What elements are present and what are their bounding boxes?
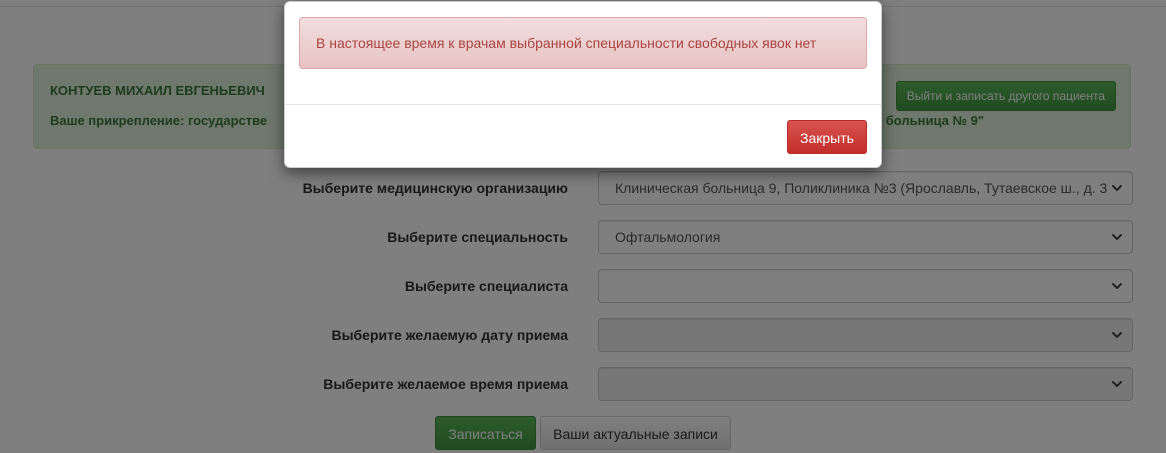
close-modal-button[interactable]: Закрыть xyxy=(787,120,867,154)
alert-modal: В настоящее время к врачам выбранной спе… xyxy=(284,1,882,168)
no-slots-alert: В настоящее время к врачам выбранной спе… xyxy=(299,17,867,69)
modal-footer-divider xyxy=(285,104,881,105)
